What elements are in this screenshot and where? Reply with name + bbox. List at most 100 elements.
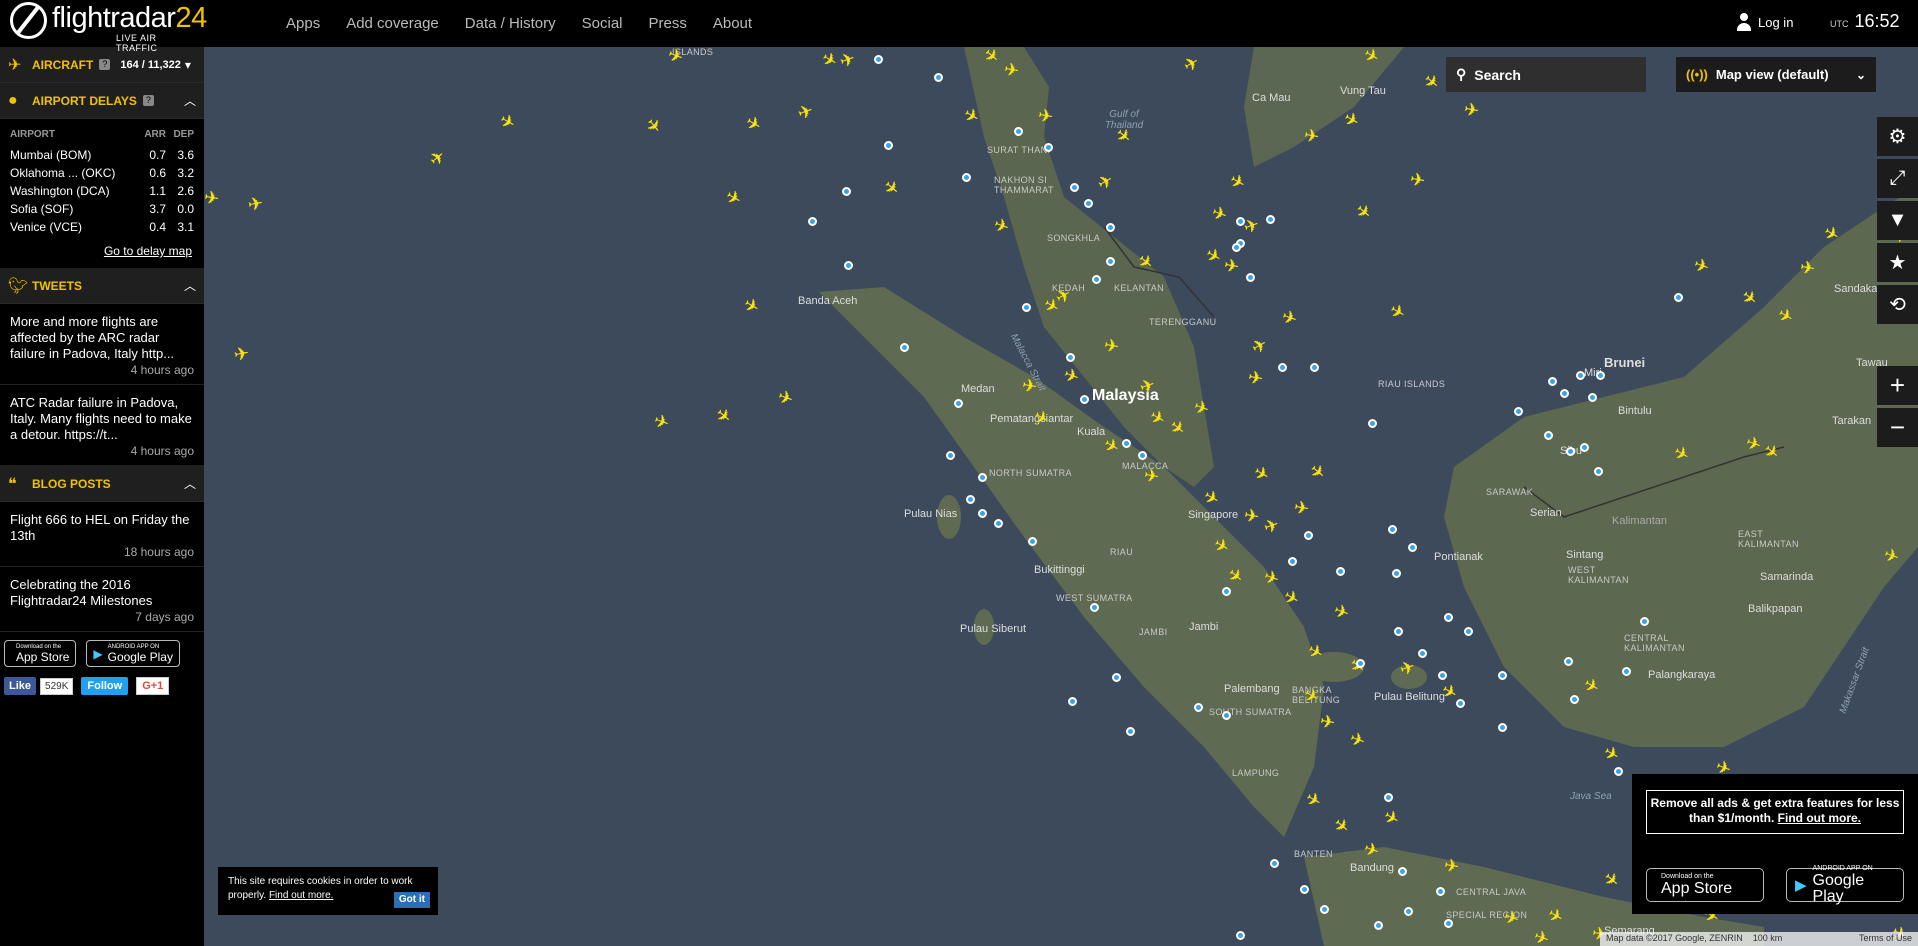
- tweets-header[interactable]: 🐦︎ TWEETS ︿: [0, 268, 204, 304]
- aircraft-marker[interactable]: ✈: [1102, 335, 1120, 357]
- airport-marker[interactable]: [1138, 451, 1147, 460]
- airport-marker[interactable]: [1028, 537, 1037, 546]
- airport-marker[interactable]: [1588, 393, 1597, 402]
- airport-marker[interactable]: [1438, 671, 1447, 680]
- airport-marker[interactable]: [1392, 569, 1401, 578]
- airport-marker[interactable]: [1070, 183, 1079, 192]
- airport-marker[interactable]: [1122, 439, 1131, 448]
- airport-marker[interactable]: [1408, 543, 1417, 552]
- app-store-badge[interactable]: Download on the App Store: [4, 640, 77, 667]
- airport-marker[interactable]: [1222, 587, 1231, 596]
- airport-marker[interactable]: [1398, 867, 1407, 876]
- app-store-badge[interactable]: Download on the App Store: [1646, 868, 1764, 902]
- airport-marker[interactable]: [1640, 617, 1649, 626]
- airport-marker[interactable]: [1498, 723, 1507, 732]
- airport-marker[interactable]: [1288, 557, 1297, 566]
- airport-marker[interactable]: [1106, 257, 1115, 266]
- airport-marker[interactable]: [1084, 199, 1093, 208]
- airport-marker[interactable]: [1232, 243, 1241, 252]
- airport-marker[interactable]: [1066, 353, 1075, 362]
- airport-marker[interactable]: [1436, 887, 1445, 896]
- airport-marker[interactable]: [884, 141, 893, 150]
- airport-marker[interactable]: [1594, 467, 1603, 476]
- airport-marker[interactable]: [1564, 657, 1573, 666]
- airport-marker[interactable]: [1270, 859, 1279, 868]
- airport-marker[interactable]: [954, 399, 963, 408]
- filter-button[interactable]: ▼: [1877, 201, 1918, 240]
- airport-marker[interactable]: [1368, 419, 1377, 428]
- aircraft-marker[interactable]: ✈: [1408, 169, 1426, 191]
- aircraft-marker[interactable]: ✈: [1020, 375, 1038, 397]
- airport-marker[interactable]: [1336, 567, 1345, 576]
- airport-marker[interactable]: [1106, 223, 1115, 232]
- airport-marker[interactable]: [1304, 531, 1313, 540]
- search-box[interactable]: ⚲ Search: [1446, 57, 1646, 92]
- settings-button[interactable]: ⚙: [1877, 117, 1918, 156]
- ad-link[interactable]: Find out more.: [1778, 811, 1861, 825]
- airport-marker[interactable]: [1374, 921, 1383, 930]
- chevron-up-icon[interactable]: ︿: [184, 475, 196, 492]
- airport-marker[interactable]: [1320, 905, 1329, 914]
- airport-marker[interactable]: [808, 217, 817, 226]
- cookie-accept-button[interactable]: Got it: [393, 892, 430, 908]
- airport-marker[interactable]: [1092, 275, 1101, 284]
- airport-marker[interactable]: [1498, 671, 1507, 680]
- airport-marker[interactable]: [1126, 727, 1135, 736]
- airport-marker[interactable]: [1112, 673, 1121, 682]
- airport-marker[interactable]: [1418, 649, 1427, 658]
- airport-marker[interactable]: [1444, 613, 1453, 622]
- airport-marker[interactable]: [1300, 885, 1309, 894]
- aircraft-marker[interactable]: ✈: [1036, 105, 1054, 127]
- aircraft-marker[interactable]: ✈: [246, 193, 264, 215]
- airport-marker[interactable]: [1614, 767, 1623, 776]
- airport-marker[interactable]: [1570, 695, 1579, 704]
- airport-marker[interactable]: [1544, 431, 1553, 440]
- airport-marker[interactable]: [994, 519, 1003, 528]
- airport-marker[interactable]: [900, 343, 909, 352]
- remove-ads-banner[interactable]: Remove all ads & get extra features for …: [1646, 790, 1904, 834]
- terms-link[interactable]: Terms of Use: [1859, 933, 1912, 945]
- nav-data-history[interactable]: Data / History: [465, 15, 556, 32]
- aircraft-marker[interactable]: ✈: [202, 187, 220, 209]
- airport-marker[interactable]: [1236, 931, 1245, 940]
- aircraft-marker[interactable]: ✈: [1318, 711, 1336, 733]
- aircraft-marker[interactable]: ✈: [1002, 59, 1020, 81]
- google-play-badge[interactable]: ▶ ANDROID APP ON Google Play: [1786, 865, 1904, 905]
- list-item[interactable]: ATC Radar failure in Padova, Italy. Many…: [0, 385, 204, 466]
- airport-marker[interactable]: [1622, 667, 1631, 676]
- aircraft-marker[interactable]: ✈: [1462, 99, 1480, 121]
- airport-marker[interactable]: [1044, 143, 1053, 152]
- playback-button[interactable]: ⟲: [1877, 285, 1918, 324]
- nav-social[interactable]: Social: [582, 15, 623, 32]
- aircraft-marker[interactable]: ✈: [1222, 255, 1240, 277]
- chevron-up-icon[interactable]: ︿: [184, 277, 196, 294]
- zoom-in-button[interactable]: +: [1877, 366, 1918, 405]
- aircraft-marker[interactable]: ✈: [232, 343, 250, 365]
- fullscreen-button[interactable]: ⤢: [1877, 159, 1918, 198]
- list-item[interactable]: More and more flights are affected by th…: [0, 304, 204, 385]
- airport-marker[interactable]: [1246, 273, 1255, 282]
- list-item[interactable]: Celebrating the 2016 Flightradar24 Miles…: [0, 567, 204, 632]
- airport-marker[interactable]: [1566, 447, 1575, 456]
- airport-marker[interactable]: [1456, 699, 1465, 708]
- airport-marker[interactable]: [1356, 659, 1365, 668]
- airport-marker[interactable]: [966, 495, 975, 504]
- airport-marker[interactable]: [1384, 793, 1393, 802]
- airport-marker[interactable]: [842, 187, 851, 196]
- airport-marker[interactable]: [1576, 371, 1585, 380]
- airport-marker[interactable]: [1236, 217, 1245, 226]
- airport-marker[interactable]: [1580, 443, 1589, 452]
- aircraft-marker[interactable]: ✈: [1246, 367, 1264, 389]
- airport-marker[interactable]: [1394, 627, 1403, 636]
- airport-marker[interactable]: [978, 473, 987, 482]
- chevron-down-icon[interactable]: ▾: [185, 58, 191, 72]
- airport-marker[interactable]: [1068, 697, 1077, 706]
- airport-marker[interactable]: [1222, 711, 1231, 720]
- twitter-follow-button[interactable]: Follow: [81, 677, 129, 695]
- help-icon[interactable]: ?: [99, 59, 111, 70]
- map-view-dropdown[interactable]: ((•)) Map view (default) ⌄: [1676, 57, 1876, 92]
- airport-marker[interactable]: [1080, 395, 1089, 404]
- airport-marker[interactable]: [1404, 907, 1413, 916]
- aircraft-marker[interactable]: ✈: [1302, 125, 1320, 147]
- airport-marker[interactable]: [1278, 363, 1287, 372]
